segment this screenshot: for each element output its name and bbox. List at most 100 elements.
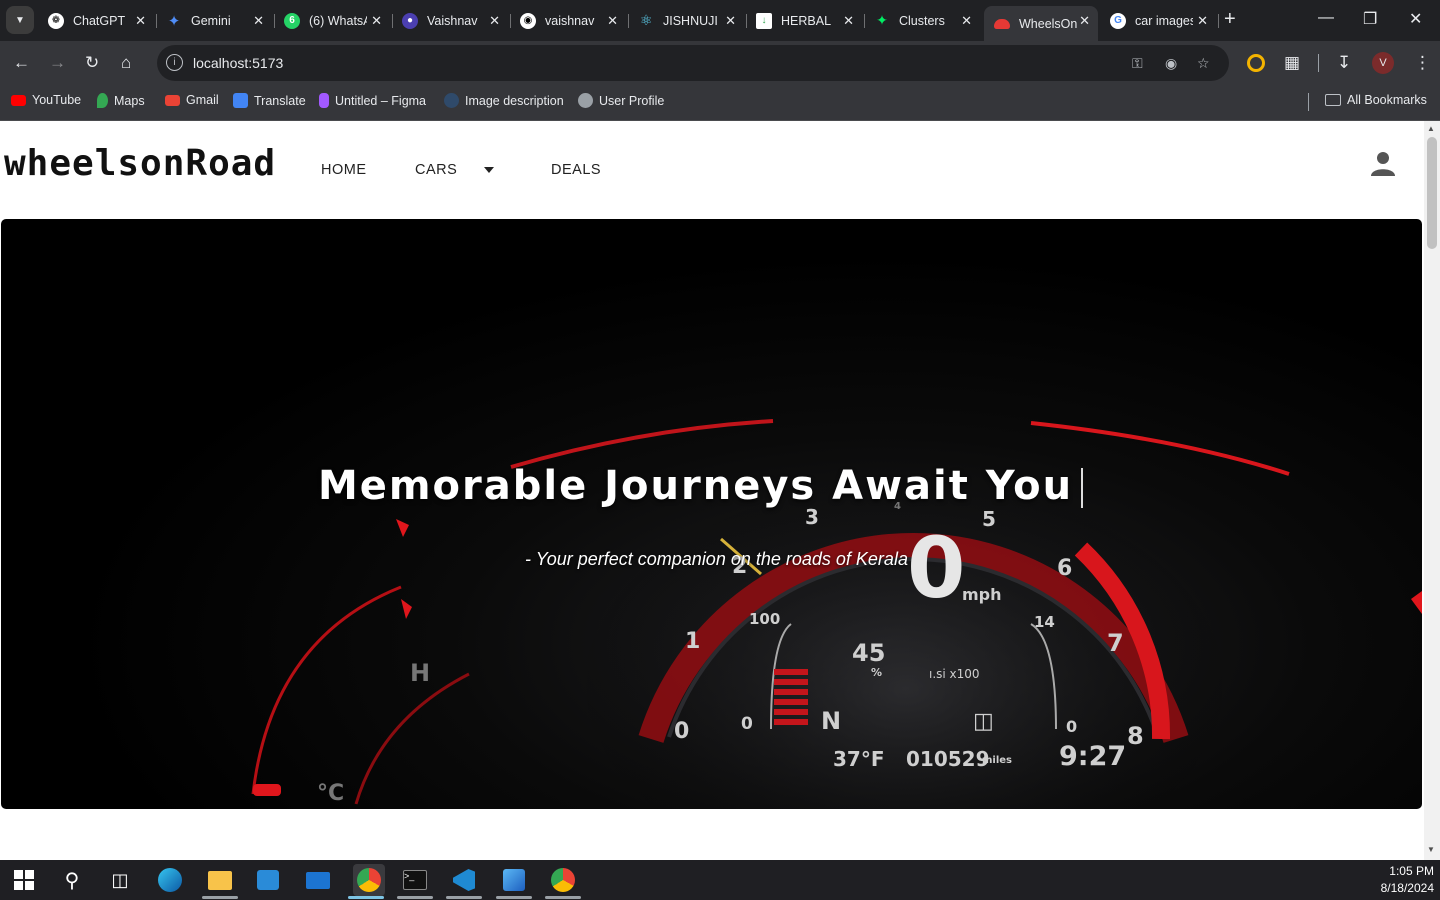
tab-github[interactable]: ◉ vaishnav ✕ — [510, 6, 628, 35]
scroll-down-icon[interactable]: ▼ — [1427, 845, 1435, 854]
eye-off-icon[interactable]: ◉ — [1165, 55, 1177, 72]
tab-clusters[interactable]: ✦ Clusters ✕ — [864, 6, 982, 35]
vscode-icon[interactable] — [451, 867, 477, 893]
close-icon[interactable]: ✕ — [371, 13, 382, 29]
download-icon[interactable]: ↧ — [1337, 53, 1351, 73]
terminal-icon[interactable]: >_ — [402, 867, 428, 893]
photos-icon[interactable] — [501, 867, 527, 893]
rpm-tick: 0 — [674, 719, 690, 744]
url-text: localhost:5173 — [193, 55, 284, 71]
hero-banner: 0 mph 45 % ı.si x100 N ◫ 37°F 010529 mil… — [1, 219, 1422, 809]
file-explorer-icon[interactable] — [207, 867, 233, 893]
bookmark-figma[interactable]: Untitled – Figma — [319, 93, 426, 108]
tab-chatgpt[interactable]: ❁ ChatGPT ✕ — [38, 6, 156, 35]
task-view-icon[interactable]: ◫ — [107, 867, 133, 893]
scroll-thumb[interactable] — [1427, 137, 1437, 249]
profile-avatar[interactable]: V — [1372, 52, 1394, 74]
nav-deals[interactable]: DEALS — [551, 162, 601, 178]
web-page: wheelsonRoad HOME CARS DEALS 0 mph 45 % … — [0, 121, 1424, 860]
site-info-icon[interactable]: i — [166, 54, 183, 71]
close-window-button[interactable]: ✕ — [1409, 9, 1422, 29]
site-logo[interactable]: wheelsonRoad — [4, 143, 276, 184]
close-icon[interactable]: ✕ — [253, 13, 264, 29]
nav-home[interactable]: HOME — [321, 162, 367, 178]
rpm-tick: 1 — [685, 629, 701, 654]
scroll-up-icon[interactable]: ▲ — [1427, 124, 1435, 133]
tab-strip: ▼ ❁ ChatGPT ✕ ✦ Gemini ✕ 6 (6) WhatsApp … — [0, 0, 1440, 41]
bookmark-image-description[interactable]: Image description — [444, 93, 564, 108]
system-clock[interactable]: 1:05 PM 8/18/2024 — [1381, 863, 1434, 897]
gear-indicator: N — [821, 707, 842, 735]
minimize-button[interactable]: — — [1318, 9, 1334, 27]
clock-date: 8/18/2024 — [1380, 881, 1434, 895]
tab-herbal[interactable]: ↓ HERBAL ✕ — [746, 6, 864, 35]
menu-kebab-icon[interactable]: ⋮ — [1414, 53, 1431, 73]
extensions-puzzle-icon[interactable]: ▦ — [1284, 53, 1300, 73]
close-icon[interactable]: ✕ — [489, 13, 500, 29]
bookmark-youtube[interactable]: YouTube — [11, 93, 81, 107]
clock-time: 1:05 PM — [1389, 864, 1434, 878]
maps-pin-icon — [97, 93, 108, 108]
bookmark-gmail[interactable]: Gmail — [165, 93, 219, 107]
figma-icon — [319, 93, 329, 108]
hero-title: Memorable Journeys Await You — [1, 463, 1422, 509]
tab-label: vaishnav — [545, 13, 595, 28]
close-icon[interactable]: ✕ — [607, 13, 618, 29]
tab-wheelsonroad[interactable]: WheelsOnRoad ✕ — [984, 6, 1098, 41]
star-icon[interactable]: ☆ — [1197, 55, 1210, 72]
page-scrollbar[interactable]: ▲ ▼ — [1424, 121, 1440, 860]
hero-title-text: Memorable Journeys Await You — [317, 463, 1074, 509]
transmission-icon: ◫ — [973, 709, 994, 734]
chrome-icon[interactable] — [353, 864, 385, 896]
bookmark-maps[interactable]: Maps — [97, 93, 145, 108]
forward-button[interactable]: → — [49, 53, 66, 73]
react-icon: ⚛ — [639, 12, 653, 28]
browser-toolbar: ← → ↻ ⌂ i localhost:5173 ⚿ ◉ ☆ ▦ ↧ V ⋮ — [0, 41, 1440, 85]
gemini-icon: ✦ — [167, 12, 181, 30]
rpm-tick: 5 — [982, 507, 996, 531]
tab-vaishnav[interactable]: ● Vaishnav ✕ — [392, 6, 510, 35]
extension-icon[interactable] — [1247, 54, 1265, 72]
percent-symbol: % — [871, 666, 883, 679]
close-icon[interactable]: ✕ — [1079, 13, 1090, 29]
reload-button[interactable]: ↻ — [85, 53, 99, 73]
new-tab-button[interactable]: + — [1224, 8, 1236, 31]
bookmark-translate[interactable]: Translate — [233, 93, 306, 108]
tab-whatsapp[interactable]: 6 (6) WhatsApp ✕ — [274, 6, 392, 35]
typing-cursor — [1081, 468, 1084, 508]
start-icon[interactable] — [11, 867, 37, 893]
bookmark-user-profile[interactable]: User Profile — [578, 93, 664, 108]
tab-jishnuji[interactable]: ⚛ JISHNUJI ✕ — [628, 6, 746, 35]
gauge-label: °C — [317, 781, 345, 806]
gmail-icon — [165, 94, 180, 106]
rpm-label: ı.si x100 — [929, 667, 980, 681]
mail-icon[interactable] — [305, 867, 331, 893]
close-icon[interactable]: ✕ — [135, 13, 146, 29]
home-button[interactable]: ⌂ — [121, 53, 131, 73]
tab-label: Vaishnav — [427, 13, 478, 28]
address-bar[interactable]: i localhost:5173 ⚿ ◉ ☆ — [157, 45, 1229, 81]
close-icon[interactable]: ✕ — [1197, 13, 1208, 29]
chrome-profile-icon[interactable] — [550, 867, 576, 893]
tab-search-button[interactable]: ▼ — [6, 6, 34, 34]
windows-taskbar: ⚲ ◫ >_ 1:05 PM 8/18/2024 — [0, 860, 1440, 900]
chevron-down-icon[interactable] — [484, 167, 494, 173]
tab-car-images[interactable]: G car images ✕ — [1100, 6, 1218, 35]
user-icon[interactable] — [1370, 151, 1396, 177]
tab-gemini[interactable]: ✦ Gemini ✕ — [156, 6, 274, 35]
close-icon[interactable]: ✕ — [961, 13, 972, 29]
edge-icon[interactable] — [157, 867, 183, 893]
close-icon[interactable]: ✕ — [725, 13, 736, 29]
tab-label: WheelsOnRoad — [1019, 16, 1077, 31]
tab-label: JISHNUJI — [663, 13, 718, 28]
nav-cars[interactable]: CARS — [415, 162, 457, 178]
restore-button[interactable]: ❐ — [1363, 9, 1377, 29]
store-icon[interactable] — [255, 867, 281, 893]
search-icon[interactable]: ⚲ — [59, 867, 85, 893]
all-bookmarks-button[interactable]: All Bookmarks — [1325, 93, 1427, 107]
password-key-icon[interactable]: ⚿ — [1132, 55, 1143, 72]
tab-label: ChatGPT — [73, 13, 126, 28]
odometer-readout: 010529 — [906, 747, 990, 771]
close-icon[interactable]: ✕ — [843, 13, 854, 29]
back-button[interactable]: ← — [13, 53, 30, 73]
